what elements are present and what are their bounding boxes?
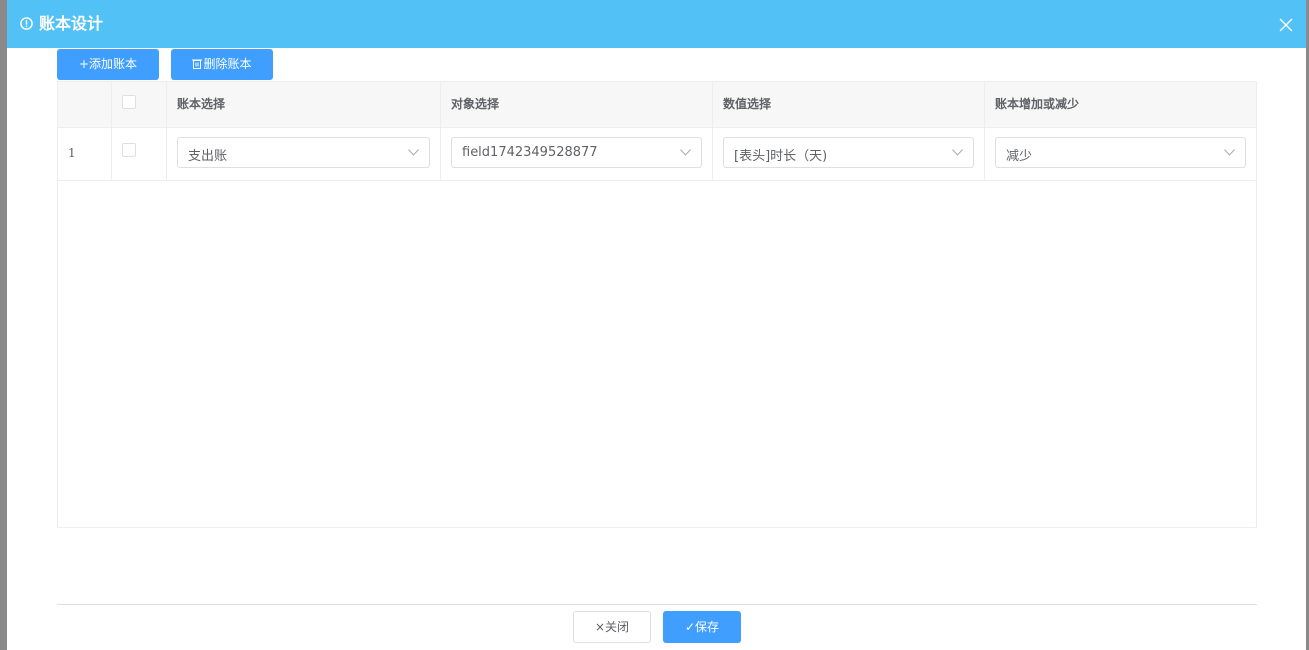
value-select-value: [表头]时长（天) <box>734 149 828 164</box>
dialog-header: 账本设计 <box>7 0 1306 48</box>
object-cell: field1742349528877 <box>441 127 713 180</box>
dialog-title: 账本设计 <box>39 14 104 33</box>
chevron-down-icon <box>680 149 691 156</box>
row-select-cell <box>112 127 167 180</box>
delete-ledger-button[interactable]: 删除账本 <box>171 49 273 80</box>
ledger-cell: 支出账 <box>167 127 441 180</box>
column-header: 账本选择 <box>177 97 226 111</box>
add-ledger-button[interactable]: +添加账本 <box>57 49 159 80</box>
close-button-label: ×关闭 <box>594 620 630 634</box>
direction-select[interactable]: 减少 <box>995 137 1246 168</box>
direction-cell: 减少 <box>985 127 1256 180</box>
add-ledger-label: +添加账本 <box>78 57 138 71</box>
column-header: 账本增加或减少 <box>995 97 1080 111</box>
ledger-table: 账本选择 对象选择 数值选择 账本增加或减少 1 支出账 field174234… <box>57 81 1257 528</box>
header-index <box>58 82 112 127</box>
row-checkbox[interactable] <box>122 143 136 157</box>
value-cell: [表头]时长（天) <box>713 127 985 180</box>
header-object: 对象选择 <box>441 82 713 127</box>
chevron-down-icon <box>408 149 419 156</box>
ledger-select-value: 支出账 <box>188 149 228 164</box>
object-select-value: field1742349528877 <box>462 145 598 160</box>
object-select[interactable]: field1742349528877 <box>451 137 702 168</box>
ledger-select[interactable]: 支出账 <box>177 137 430 168</box>
column-header: 数值选择 <box>723 97 772 111</box>
header-select <box>112 82 167 127</box>
close-button[interactable]: ×关闭 <box>573 611 651 643</box>
chevron-down-icon <box>952 149 963 156</box>
trash-icon <box>192 59 203 69</box>
delete-ledger-label: 删除账本 <box>203 57 252 71</box>
table-row: 1 支出账 field1742349528877 [表头]时长（天) 减少 <box>58 127 1256 181</box>
table-header: 账本选择 对象选择 数值选择 账本增加或减少 <box>58 82 1256 128</box>
header-direction: 账本增加或减少 <box>985 82 1256 127</box>
value-select[interactable]: [表头]时长（天) <box>723 137 974 168</box>
chevron-down-icon <box>1224 149 1235 156</box>
close-icon[interactable] <box>1279 18 1293 32</box>
row-index-cell: 1 <box>58 127 112 180</box>
save-button[interactable]: ✓保存 <box>663 611 741 643</box>
direction-select-value: 减少 <box>1006 149 1033 164</box>
header-ledger: 账本选择 <box>167 82 441 127</box>
row-index: 1 <box>68 146 76 160</box>
header-value: 数值选择 <box>713 82 985 127</box>
column-header: 对象选择 <box>451 97 500 111</box>
ledger-design-dialog: 账本设计 +添加账本 删除账本 账本选择 对象选择 数值选择 账本增加或减少 1… <box>7 0 1306 650</box>
footer-divider <box>57 604 1257 605</box>
select-all-checkbox[interactable] <box>122 95 136 109</box>
save-button-label: ✓保存 <box>684 620 720 634</box>
info-icon <box>20 17 33 30</box>
